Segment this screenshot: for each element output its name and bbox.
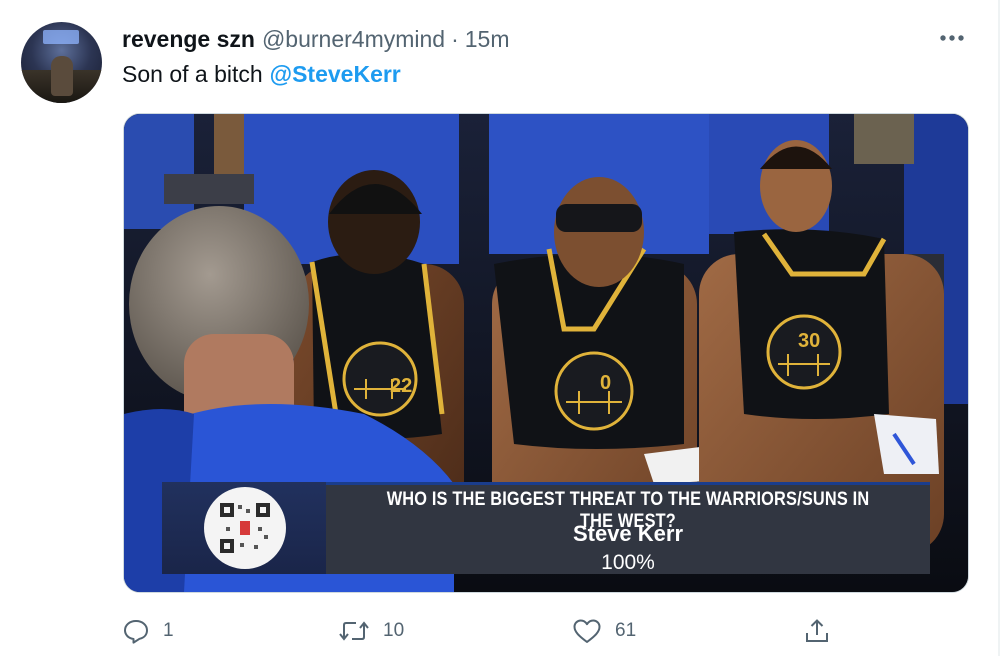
tweet-media[interactable]: 22 0 30 WHO IS THE BIGGEST THREAT TO THE… (123, 113, 969, 593)
qr-code (204, 487, 286, 569)
avatar-person (51, 56, 73, 96)
more-button[interactable] (937, 24, 967, 52)
display-name[interactable]: revenge szn (122, 26, 255, 53)
like-button[interactable]: 61 (572, 614, 636, 648)
share-button[interactable] (803, 614, 831, 648)
broadcast-answer: Steve Kerr (572, 521, 684, 546)
like-icon (573, 619, 601, 643)
more-icon (940, 35, 964, 41)
user-handle[interactable]: @burner4mymind (262, 26, 445, 53)
reply-icon (124, 620, 148, 644)
svg-text:0: 0 (600, 372, 611, 394)
tweet-header: revenge szn @burner4mymind · 15m (122, 24, 510, 54)
share-icon (806, 619, 828, 642)
reply-count: 1 (163, 620, 174, 641)
tweet-text: Son of a bitch @SteveKerr (122, 61, 401, 88)
avatar[interactable] (21, 22, 102, 103)
broadcast-percent: 100% (601, 551, 655, 574)
timestamp[interactable]: 15m (465, 26, 510, 53)
tweet-body: Son of a bitch (122, 61, 263, 87)
mention-link[interactable]: @SteveKerr (270, 61, 401, 87)
retweet-count: 10 (383, 620, 405, 641)
qr-panel (162, 482, 326, 574)
broadcast-poll-graphic: WHO IS THE BIGGEST THREAT TO THE WARRIOR… (326, 482, 930, 574)
svg-text:22: 22 (390, 375, 412, 397)
svg-text:30: 30 (798, 330, 820, 352)
retweet-button[interactable]: 10 (338, 614, 404, 648)
avatar-scoreboard (43, 30, 79, 44)
retweet-icon (339, 621, 369, 641)
tweet: revenge szn @burner4mymind · 15m Son of … (0, 0, 1000, 656)
like-count: 61 (615, 620, 637, 641)
tweet-actions: 1 10 61 (122, 614, 842, 648)
separator-dot: · (451, 25, 459, 52)
qr-pattern (220, 503, 270, 553)
reply-button[interactable]: 1 (122, 614, 174, 648)
